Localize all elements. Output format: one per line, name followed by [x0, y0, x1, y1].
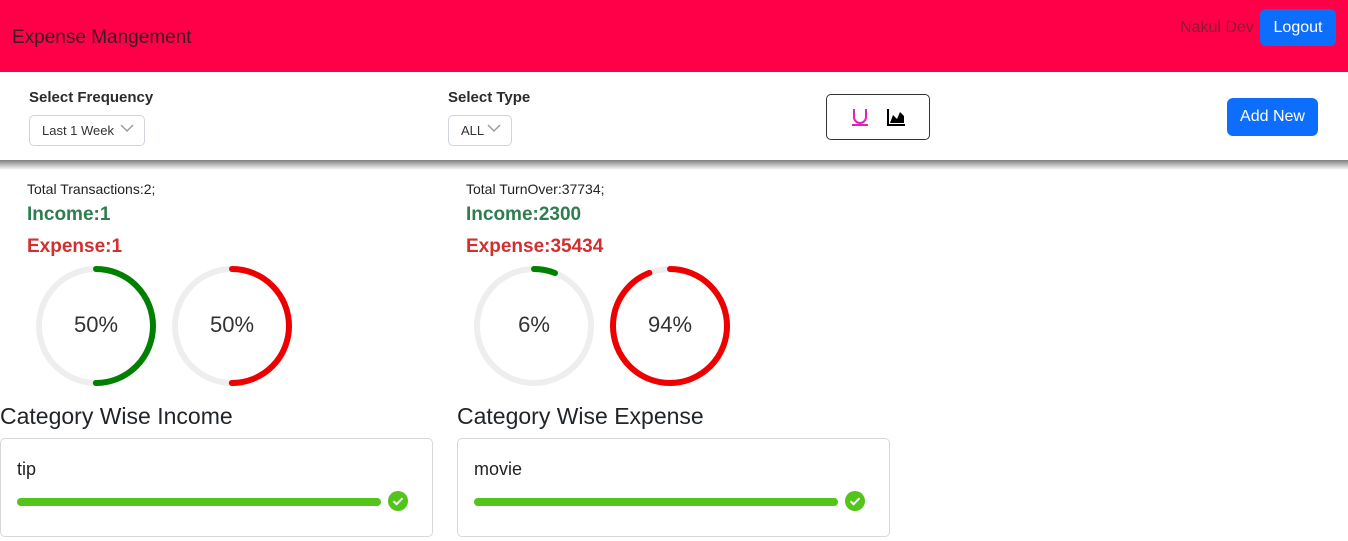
type-select[interactable]: ALL — [448, 115, 512, 146]
total-turnover: Total TurnOver:37734; — [466, 181, 605, 197]
type-label: Select Type — [448, 89, 531, 106]
frequency-select-value: Last 1 Week — [42, 123, 115, 138]
category-progress-bar — [17, 498, 381, 506]
frequency-label: Select Frequency — [29, 89, 154, 106]
transactions-expense-ring: 50% — [170, 264, 294, 388]
transactions-income-percent: 50% — [73, 312, 119, 337]
check-circle-icon — [388, 491, 408, 511]
category-name: movie — [474, 459, 523, 479]
category-progress-bar — [474, 498, 838, 506]
total-transactions: Total Transactions:2; — [27, 181, 156, 197]
transactions-expense: Expense:1 — [27, 236, 123, 257]
chevron-down-icon — [487, 124, 501, 132]
divider — [0, 160, 1348, 170]
turnover-expense-percent: 94% — [647, 312, 693, 337]
transactions-expense-percent: 50% — [209, 312, 255, 337]
category-income-title: Category Wise Income — [0, 403, 233, 429]
filter-bar — [0, 72, 1348, 162]
transactions-income-ring: 50% — [34, 264, 158, 388]
view-toggle — [826, 94, 930, 140]
transactions-income: Income:1 — [27, 204, 111, 225]
turnover-expense: Expense:35434 — [466, 236, 604, 257]
type-select-value: ALL — [461, 123, 485, 138]
category-expense-card: movie — [457, 438, 890, 537]
top-navbar: Expense Mangement Nakul Dev Logout — [0, 0, 1348, 72]
turnover-income-ring: 6% — [472, 264, 596, 388]
turnover-expense-ring: 94% — [608, 264, 732, 388]
user-name: Nakul Dev — [1180, 19, 1254, 36]
add-new-button[interactable]: Add New — [1227, 98, 1318, 136]
category-name: tip — [17, 459, 37, 479]
check-circle-icon — [845, 491, 865, 511]
app-title: Expense Mangement — [12, 27, 192, 48]
category-progress-fill — [17, 498, 381, 506]
category-progress-fill — [474, 498, 838, 506]
underline-list-icon[interactable] — [850, 107, 870, 127]
logout-button[interactable]: Logout — [1260, 9, 1336, 46]
turnover-income: Income:2300 — [466, 204, 582, 225]
turnover-income-percent: 6% — [518, 312, 550, 337]
category-expense-title: Category Wise Expense — [457, 403, 704, 429]
chevron-down-icon — [120, 124, 134, 132]
frequency-select[interactable]: Last 1 Week — [29, 115, 145, 146]
area-chart-icon[interactable] — [886, 107, 906, 127]
category-income-card: tip — [0, 438, 433, 537]
